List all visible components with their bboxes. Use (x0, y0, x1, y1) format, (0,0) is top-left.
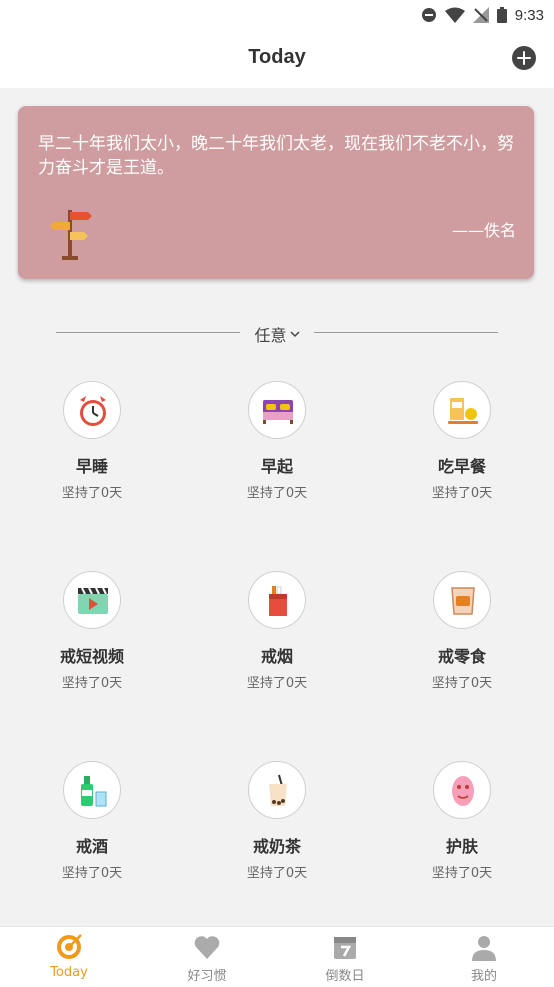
tab-label: 我的 (470, 969, 497, 984)
habit-streak: 坚持了0天 (431, 866, 493, 881)
habit-streak: 坚持了0天 (431, 676, 493, 691)
habit-item[interactable]: 吃早餐 坚持了0天 (387, 381, 537, 511)
habit-item[interactable]: 护肤 坚持了0天 (387, 761, 537, 891)
habit-streak: 坚持了0天 (61, 676, 123, 691)
habit-icon-button[interactable] (63, 381, 121, 439)
tab-label: Today (50, 965, 88, 980)
target-icon (57, 934, 82, 959)
habit-item[interactable]: 戒酒 坚持了0天 (17, 761, 167, 891)
habit-streak: 坚持了0天 (246, 866, 308, 881)
habit-icon-button[interactable] (433, 381, 491, 439)
tab-today[interactable]: Today (9, 927, 129, 987)
habit-icon-button[interactable] (248, 381, 306, 439)
face-mask-icon (452, 776, 474, 806)
tab-good-habits[interactable]: 好习惯 (147, 927, 267, 987)
video-clapper-icon (78, 587, 108, 614)
milk-tea-icon (269, 774, 287, 806)
bed-icon (263, 400, 293, 424)
habit-icon-button[interactable] (63, 761, 121, 819)
habit-name: 护肤 (445, 837, 478, 856)
filter-dropdown[interactable]: 任意 (56, 322, 498, 346)
habit-streak: 坚持了0天 (431, 486, 493, 501)
habit-icon-button[interactable] (63, 571, 121, 629)
tab-label: 倒数日 (325, 969, 365, 984)
habit-streak: 坚持了0天 (246, 676, 308, 691)
status-icons: 9:33 (421, 5, 544, 25)
heart-icon (194, 936, 220, 959)
habit-icon-button[interactable] (248, 571, 306, 629)
habit-icon-button[interactable] (433, 571, 491, 629)
habit-name: 戒奶茶 (252, 837, 301, 856)
quote-text: 早二十年我们太小，晚二十年我们太老，现在我们不老不小，努力奋斗才是王道。 (38, 134, 514, 178)
habit-icon-button[interactable] (248, 761, 306, 819)
tab-label: 好习惯 (187, 969, 227, 984)
add-habit-button[interactable] (512, 46, 536, 70)
battery-icon (496, 7, 507, 23)
habit-name: 早睡 (75, 457, 108, 476)
habit-name: 戒零食 (437, 647, 486, 666)
calendar-icon (334, 937, 356, 959)
habit-name: 早起 (260, 457, 293, 476)
wifi-icon (444, 7, 465, 23)
snack-bag-icon (451, 587, 475, 615)
habit-name: 戒酒 (75, 837, 108, 856)
habit-name: 戒短视频 (59, 647, 124, 666)
habit-item[interactable]: 戒奶茶 坚持了0天 (202, 761, 352, 891)
habit-icon-button[interactable] (433, 761, 491, 819)
habit-item[interactable]: 早起 坚持了0天 (202, 381, 352, 511)
cigarette-pack-icon (269, 586, 287, 616)
habit-item[interactable]: 戒烟 坚持了0天 (202, 571, 352, 701)
no-signal-icon (472, 7, 489, 23)
quote-card[interactable]: 早二十年我们太小，晚二十年我们太老，现在我们不老不小，努力奋斗才是王道。 ——佚… (18, 106, 534, 279)
status-bar: 9:33 (0, 0, 554, 30)
habit-name: 吃早餐 (437, 457, 486, 476)
liquor-bottle-icon (81, 776, 107, 807)
habit-item[interactable]: 戒零食 坚持了0天 (387, 571, 537, 701)
person-icon (472, 936, 496, 961)
habit-item[interactable]: 戒短视频 坚持了0天 (17, 571, 167, 701)
habit-streak: 坚持了0天 (61, 866, 123, 881)
habit-item[interactable]: 早睡 坚持了0天 (17, 381, 167, 511)
habit-streak: 坚持了0天 (246, 486, 308, 501)
app-bar: Today (0, 30, 554, 88)
habit-name: 戒烟 (260, 647, 293, 666)
tab-me[interactable]: 我的 (424, 927, 544, 987)
habit-streak: 坚持了0天 (61, 486, 123, 501)
signpost-icon (50, 210, 92, 260)
breakfast-icon (448, 398, 478, 424)
quote-author: ——佚名 (451, 221, 516, 240)
do-not-disturb-icon (421, 8, 436, 22)
filter-row: 任意 (56, 320, 498, 346)
page-title: Today (248, 46, 306, 68)
chevron-down-icon (289, 331, 300, 338)
status-time: 9:33 (514, 6, 544, 24)
alarm-clock-icon (80, 396, 106, 426)
bottom-tab-bar: Today 好习惯 倒数日 我的 (0, 926, 554, 987)
filter-label: 任意 (254, 326, 287, 345)
tab-countdown[interactable]: 倒数日 (285, 927, 405, 987)
